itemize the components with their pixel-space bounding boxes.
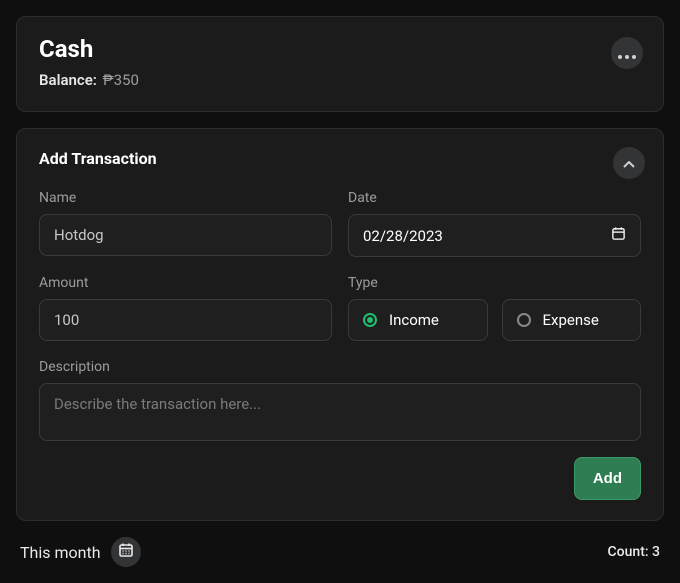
period-picker-button[interactable] [111,537,141,567]
calendar-icon [611,226,626,245]
footer-row: This month Count: 3 [16,537,664,567]
account-header-panel: Cash Balance: ₱350 [16,16,664,112]
name-input[interactable] [39,214,332,256]
add-transaction-panel: Add Transaction Name Date 02/28/2023 [16,128,664,521]
collapse-button[interactable] [613,147,645,179]
count-label: Count: 3 [608,544,660,560]
balance-value: ₱350 [103,71,139,89]
radio-unselected-icon [517,313,531,327]
type-option-label: Expense [543,311,599,329]
name-label: Name [39,190,332,206]
section-title: Add Transaction [39,149,641,168]
radio-selected-icon [363,313,377,327]
balance-label: Balance: [39,71,97,89]
type-label: Type [348,275,641,291]
period-label: This month [20,543,101,562]
amount-label: Amount [39,275,332,291]
calendar-icon [118,542,134,562]
date-value-text: 02/28/2023 [363,227,443,245]
type-option-expense[interactable]: Expense [502,299,642,341]
description-input[interactable] [39,383,641,441]
date-input[interactable]: 02/28/2023 [348,214,641,257]
account-title: Cash [39,35,641,63]
type-option-label: Income [389,311,439,329]
more-options-button[interactable] [611,37,643,69]
ellipsis-icon [618,44,636,63]
add-button[interactable]: Add [574,457,641,500]
balance-row: Balance: ₱350 [39,71,641,89]
type-option-income[interactable]: Income [348,299,488,341]
chevron-up-icon [623,154,635,173]
description-label: Description [39,359,641,375]
date-label: Date [348,190,641,206]
amount-input[interactable] [39,299,332,341]
